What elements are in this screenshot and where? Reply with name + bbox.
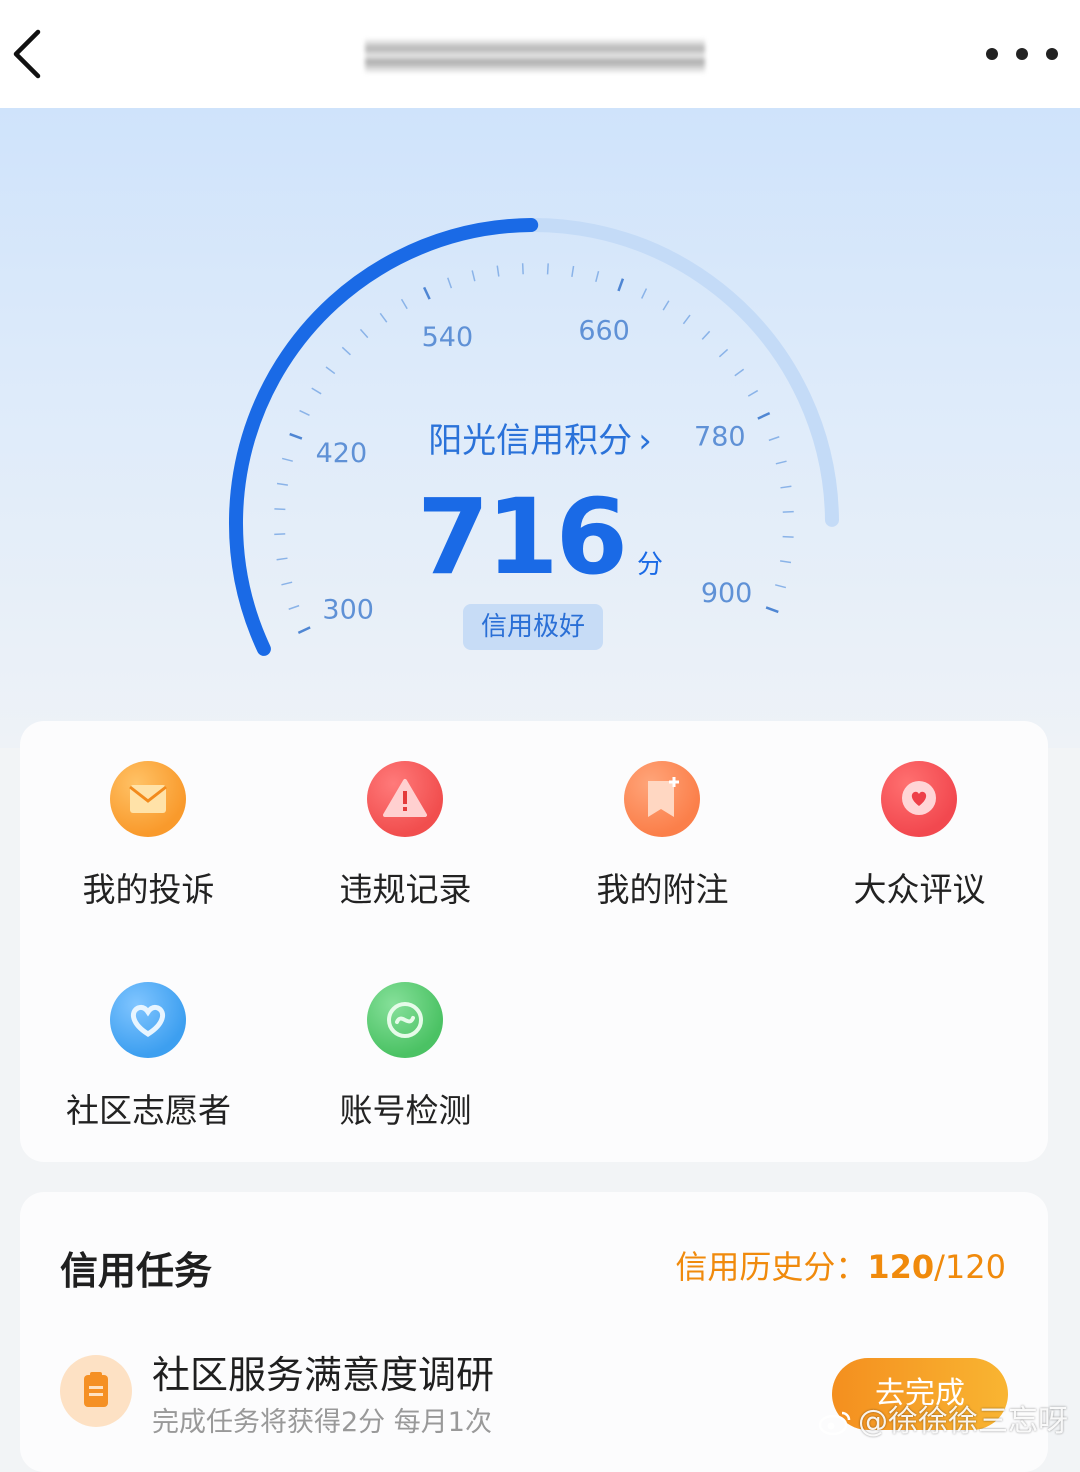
- clipboard-icon: [60, 1355, 132, 1427]
- credit-history-current: 120: [867, 1248, 934, 1286]
- credit-score-value: 716: [417, 476, 625, 598]
- warning-icon: [367, 761, 443, 837]
- service-my-notes[interactable]: 我的附注: [534, 761, 791, 961]
- weibo-logo-icon: [818, 1410, 852, 1436]
- credit-score-title: 阳光信用积分: [428, 421, 632, 461]
- service-public-review[interactable]: 大众评议: [791, 761, 1048, 961]
- gauge-minor-tick: [342, 347, 350, 354]
- top-navigation-bar: [0, 0, 1080, 108]
- service-account-check[interactable]: 账号检测: [277, 982, 534, 1182]
- credit-score-panel: 300420540660780900 阳光信用积分› 716分 信用极好: [0, 108, 1080, 748]
- service-violation-records[interactable]: 违规记录: [277, 761, 534, 961]
- chevron-left-icon: [0, 18, 70, 90]
- gauge-minor-tick: [312, 388, 321, 394]
- scan-check-icon: [367, 982, 443, 1058]
- service-label: 我的投诉: [20, 863, 277, 911]
- watermark-text: @徐徐徐三忘呀: [858, 1404, 1068, 1439]
- credit-tasks-title: 信用任务: [60, 1240, 212, 1295]
- service-label: 违规记录: [277, 863, 534, 911]
- more-options-button[interactable]: [984, 34, 1060, 74]
- service-label: 大众评议: [791, 863, 1048, 911]
- credit-score-title-link[interactable]: 阳光信用积分›: [0, 413, 1080, 462]
- gauge-minor-tick: [719, 349, 727, 356]
- weibo-watermark: @徐徐徐三忘呀: [818, 1396, 1068, 1440]
- credit-history-label: 信用历史分：: [675, 1248, 867, 1286]
- gauge-minor-tick: [497, 266, 499, 277]
- gauge-tick-label: 300: [322, 595, 374, 626]
- credit-history-total: /120: [934, 1248, 1006, 1286]
- bookmark-plus-icon: [624, 761, 700, 837]
- score-display: 716 分: [0, 476, 1080, 598]
- page-title-obscured: [365, 38, 705, 74]
- gauge-major-tick: [766, 607, 778, 611]
- gauge-minor-tick: [472, 270, 475, 281]
- envelope-icon: [110, 761, 186, 837]
- gauge-minor-tick: [448, 278, 452, 288]
- score-unit: 分: [637, 544, 663, 581]
- gauge-tick-label: 660: [578, 315, 630, 346]
- gauge-minor-tick: [360, 329, 367, 337]
- service-label: 我的附注: [534, 863, 791, 911]
- heart-icon: [110, 982, 186, 1058]
- service-label: 社区志愿者: [20, 1084, 277, 1132]
- more-dots-icon: [986, 48, 998, 60]
- gauge-minor-tick: [642, 289, 647, 299]
- gauge-minor-tick: [702, 331, 709, 339]
- credit-history-score: 信用历史分：120/120: [675, 1242, 1006, 1288]
- heart-chat-icon: [881, 761, 957, 837]
- gauge-major-tick: [618, 279, 622, 291]
- service-label: 账号检测: [277, 1084, 534, 1132]
- gauge-tick-label: 540: [422, 322, 474, 353]
- gauge-minor-tick: [748, 391, 757, 397]
- gauge-minor-tick: [380, 313, 387, 322]
- gauge-minor-tick: [683, 315, 690, 324]
- service-community-volunteer[interactable]: 社区志愿者: [20, 982, 277, 1182]
- credit-level-badge: 信用极好: [463, 604, 603, 650]
- gauge-minor-tick: [663, 301, 669, 310]
- gauge-minor-tick: [402, 299, 408, 308]
- gauge-major-tick: [424, 287, 429, 299]
- task-description: 完成任务将获得2分 每月1次: [152, 1400, 492, 1439]
- gauge-minor-tick: [326, 367, 335, 374]
- chevron-right-icon: ›: [638, 421, 652, 461]
- services-card: 我的投诉 违规记录 我的附注 大众评议 社区志愿者 账号检测: [20, 721, 1048, 1162]
- task-title: 社区服务满意度调研: [152, 1344, 494, 1399]
- gauge-minor-tick: [548, 263, 549, 274]
- gauge-minor-tick: [572, 266, 574, 277]
- gauge-minor-tick: [596, 271, 599, 282]
- gauge-minor-tick: [735, 369, 744, 376]
- back-button[interactable]: [0, 18, 70, 90]
- gauge-minor-tick: [289, 606, 299, 610]
- gauge-major-tick: [298, 627, 310, 632]
- service-my-complaints[interactable]: 我的投诉: [20, 761, 277, 961]
